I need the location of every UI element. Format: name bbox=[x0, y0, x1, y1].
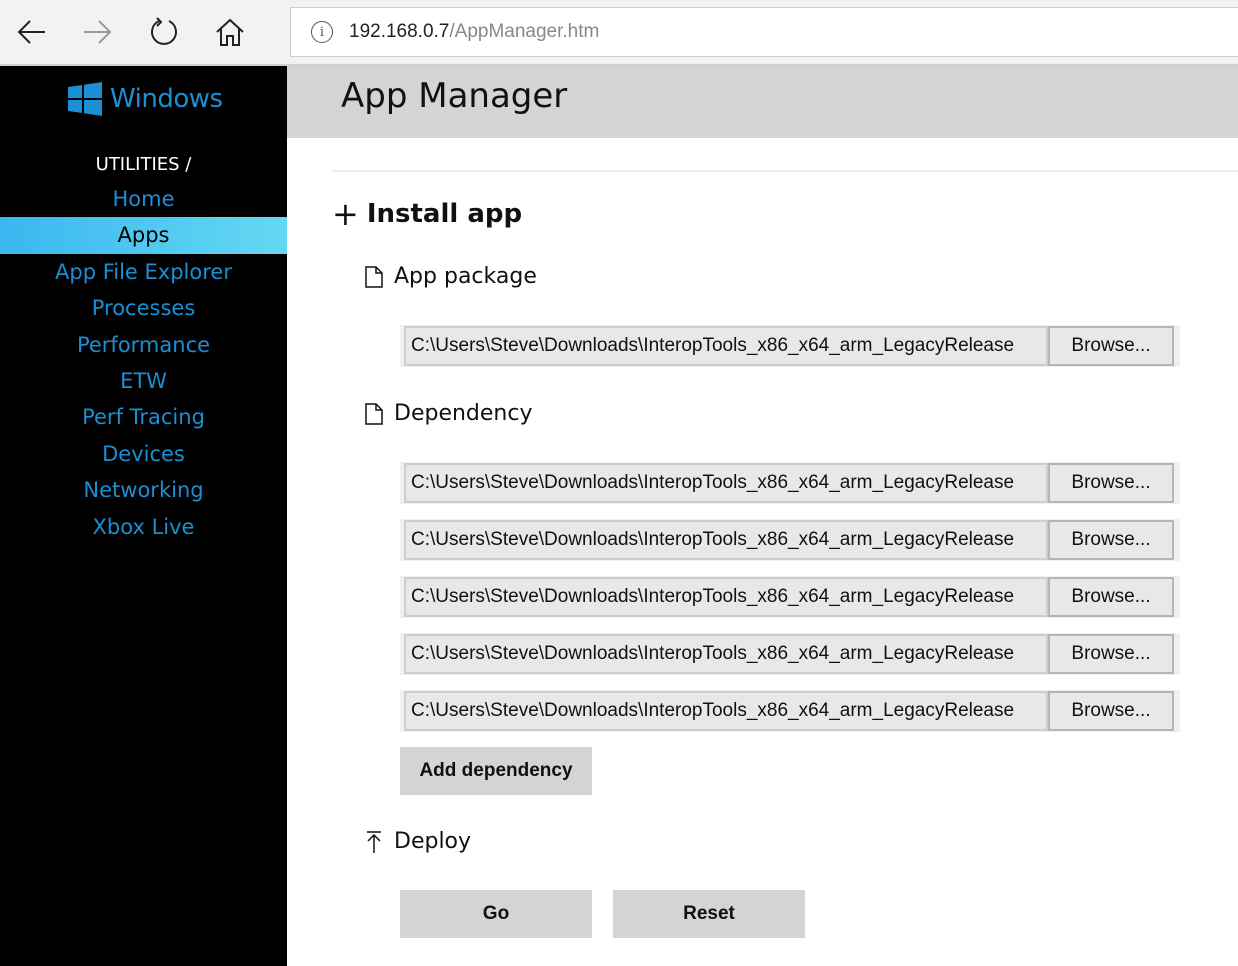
sidebar-item-app-file-explorer[interactable]: App File Explorer bbox=[0, 254, 287, 290]
app-package-text: App package bbox=[394, 264, 537, 289]
home-icon bbox=[216, 18, 244, 46]
sidebar-item-devices[interactable]: Devices bbox=[0, 436, 287, 472]
install-app-heading[interactable]: + Install app bbox=[332, 198, 522, 230]
deploy-label: Deploy bbox=[364, 829, 471, 854]
upload-icon bbox=[367, 830, 381, 853]
refresh-button[interactable] bbox=[144, 12, 184, 52]
dependency-label: Dependency bbox=[364, 401, 532, 426]
dependency-row: C:\Users\Steve\Downloads\InteropTools_x8… bbox=[400, 576, 1180, 618]
page-header: App Manager bbox=[287, 66, 1238, 138]
app-package-browse-button[interactable]: Browse... bbox=[1048, 326, 1174, 366]
dependency-input[interactable]: C:\Users\Steve\Downloads\InteropTools_x8… bbox=[404, 577, 1048, 617]
url-host: 192.168.0.7 bbox=[349, 21, 450, 42]
dependency-text: Dependency bbox=[394, 401, 533, 426]
dependency-row: C:\Users\Steve\Downloads\InteropTools_x8… bbox=[400, 633, 1180, 675]
plus-icon: + bbox=[332, 195, 359, 233]
home-button[interactable] bbox=[210, 12, 250, 52]
app-package-label: App package bbox=[364, 264, 537, 289]
sidebar-item-etw[interactable]: ETW bbox=[0, 363, 287, 399]
document-icon bbox=[365, 402, 383, 425]
sidebar-nav: Home Apps App File Explorer Processes Pe… bbox=[0, 181, 287, 545]
sidebar-item-perf-tracing[interactable]: Perf Tracing bbox=[0, 399, 287, 435]
page-title: App Manager bbox=[341, 76, 568, 116]
go-button[interactable]: Go bbox=[400, 890, 592, 938]
add-dependency-button[interactable]: Add dependency bbox=[400, 747, 592, 795]
sidebar-item-home[interactable]: Home bbox=[0, 181, 287, 217]
dependency-input[interactable]: C:\Users\Steve\Downloads\InteropTools_x8… bbox=[404, 691, 1048, 731]
dependency-row: C:\Users\Steve\Downloads\InteropTools_x8… bbox=[400, 690, 1180, 732]
info-icon[interactable]: i bbox=[311, 21, 333, 43]
dependency-browse-button[interactable]: Browse... bbox=[1048, 691, 1174, 731]
sidebar-item-performance[interactable]: Performance bbox=[0, 327, 287, 363]
app-package-row: C:\Users\Steve\Downloads\InteropTools_x8… bbox=[400, 325, 1180, 367]
arrow-left-icon bbox=[17, 20, 45, 44]
dependency-row: C:\Users\Steve\Downloads\InteropTools_x8… bbox=[400, 519, 1180, 561]
app-package-input[interactable]: C:\Users\Steve\Downloads\InteropTools_x8… bbox=[404, 326, 1048, 366]
sidebar-item-apps[interactable]: Apps bbox=[0, 217, 287, 254]
divider bbox=[332, 170, 1238, 172]
browser-toolbar: i 192.168.0.7/AppManager.htm bbox=[0, 0, 1238, 66]
sidebar-item-networking[interactable]: Networking bbox=[0, 472, 287, 508]
refresh-icon bbox=[151, 17, 177, 45]
dependency-browse-button[interactable]: Browse... bbox=[1048, 463, 1174, 503]
windows-logo-icon bbox=[68, 82, 102, 116]
dependency-browse-button[interactable]: Browse... bbox=[1048, 577, 1174, 617]
sidebar-item-processes[interactable]: Processes bbox=[0, 290, 287, 326]
document-icon bbox=[365, 265, 383, 288]
arrow-right-icon bbox=[84, 20, 112, 44]
dependency-input[interactable]: C:\Users\Steve\Downloads\InteropTools_x8… bbox=[404, 463, 1048, 503]
sidebar-heading: UTILITIES / bbox=[95, 154, 192, 175]
dependency-input[interactable]: C:\Users\Steve\Downloads\InteropTools_x8… bbox=[404, 634, 1048, 674]
dependency-browse-button[interactable]: Browse... bbox=[1048, 520, 1174, 560]
deploy-text: Deploy bbox=[394, 829, 472, 854]
url-path: /AppManager.htm bbox=[449, 21, 600, 42]
windows-logo[interactable]: Windows bbox=[68, 82, 223, 116]
sidebar: Windows UTILITIES / Home Apps App File E… bbox=[0, 66, 287, 966]
sidebar-item-xbox-live[interactable]: Xbox Live bbox=[0, 509, 287, 545]
dependency-input[interactable]: C:\Users\Steve\Downloads\InteropTools_x8… bbox=[404, 520, 1048, 560]
install-app-title: Install app bbox=[366, 199, 523, 229]
forward-button[interactable] bbox=[77, 12, 117, 52]
dependency-browse-button[interactable]: Browse... bbox=[1048, 634, 1174, 674]
back-button[interactable] bbox=[12, 12, 52, 52]
logo-text: Windows bbox=[110, 84, 223, 114]
dependency-row: C:\Users\Steve\Downloads\InteropTools_x8… bbox=[400, 462, 1180, 504]
address-bar[interactable]: i 192.168.0.7/AppManager.htm bbox=[290, 7, 1238, 57]
reset-button[interactable]: Reset bbox=[613, 890, 805, 938]
